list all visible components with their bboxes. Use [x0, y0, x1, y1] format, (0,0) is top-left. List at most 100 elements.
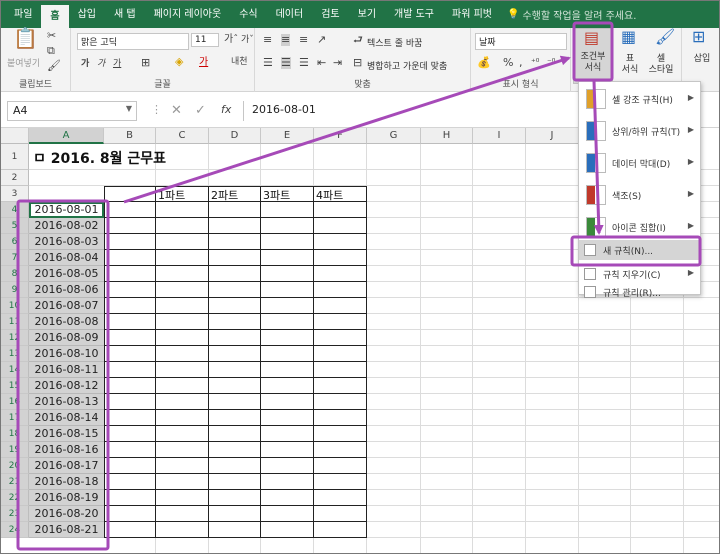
menu-item[interactable]: 새 규칙(N)... [579, 240, 700, 260]
menu-item[interactable]: 상위/하위 규칙(T) ▶ [579, 116, 700, 146]
row-header[interactable]: 18 [1, 426, 29, 442]
table-cell[interactable] [209, 298, 261, 314]
date-cell[interactable]: 2016-08-05 [29, 266, 104, 282]
align-middle-icon[interactable]: ≡ [281, 34, 291, 46]
row-header[interactable]: 3 [1, 186, 29, 202]
border-icon[interactable]: ⊞ [141, 57, 150, 69]
font-name-select[interactable]: 맑은 고딕 [77, 33, 189, 50]
date-cell[interactable]: 2016-08-06 [29, 282, 104, 298]
table-cell[interactable] [156, 474, 209, 490]
row-header[interactable]: 12 [1, 330, 29, 346]
table-cell[interactable] [104, 250, 156, 266]
date-cell[interactable]: 2016-08-02 [29, 218, 104, 234]
merge-center-button[interactable]: 병합하고 가운데 맞춤 [367, 59, 447, 72]
row-header[interactable]: 7 [1, 250, 29, 266]
cancel-icon[interactable]: ✕ [171, 103, 182, 118]
column-header[interactable]: J [526, 128, 579, 144]
date-cell[interactable]: 2016-08-08 [29, 314, 104, 330]
align-right-icon[interactable]: ☰ [299, 57, 309, 69]
row-header[interactable]: 16 [1, 394, 29, 410]
date-cell[interactable]: 2016-08-14 [29, 410, 104, 426]
table-cell[interactable] [104, 234, 156, 250]
row-header[interactable]: 2 [1, 170, 29, 186]
table-cell[interactable] [209, 394, 261, 410]
part-header[interactable]: 4파트 [316, 187, 343, 203]
menu-item[interactable]: 규칙 지우기(C) ▶ [579, 264, 700, 284]
table-cell[interactable] [104, 346, 156, 362]
table-cell[interactable] [104, 410, 156, 426]
decrease-decimal-icon[interactable]: ⁻⁰ [547, 57, 555, 69]
table-cell[interactable] [261, 474, 314, 490]
date-cell[interactable]: 2016-08-16 [29, 442, 104, 458]
select-all-corner[interactable] [1, 128, 29, 144]
table-cell[interactable] [261, 362, 314, 378]
wrap-text-icon[interactable]: ⮐ [353, 34, 363, 46]
menu-tab[interactable]: 수식 [230, 1, 266, 28]
table-cell[interactable] [104, 474, 156, 490]
row-header[interactable]: 15 [1, 378, 29, 394]
row-header[interactable]: 19 [1, 442, 29, 458]
table-cell[interactable] [314, 506, 367, 522]
table-cell[interactable] [314, 218, 367, 234]
table-cell[interactable] [314, 346, 367, 362]
sheet-title[interactable]: ㅁ 2016. 8월 근무표 [33, 148, 166, 168]
date-cell[interactable]: 2016-08-13 [29, 394, 104, 410]
row-header[interactable]: 14 [1, 362, 29, 378]
menu-tab[interactable]: 파일 [5, 1, 41, 28]
menu-tab[interactable]: 페이지 레이아웃 [145, 1, 231, 28]
table-cell[interactable] [314, 474, 367, 490]
table-cell[interactable] [314, 330, 367, 346]
cell-styles-button[interactable]: 셀 스타일 [641, 54, 681, 76]
menu-item[interactable]: 아이콘 집합(I) ▶ [579, 212, 700, 242]
menu-tab[interactable]: 파워 피벗 [443, 1, 501, 28]
menu-tab[interactable]: 삽입 [69, 1, 105, 28]
row-header[interactable]: 11 [1, 314, 29, 330]
shrink-font-icon[interactable]: 가ˇ [241, 34, 254, 46]
column-header[interactable]: F [314, 128, 367, 144]
table-cell[interactable] [209, 362, 261, 378]
font-color-icon[interactable]: 가 [199, 57, 208, 69]
table-cell[interactable] [314, 266, 367, 282]
paste-label[interactable]: 붙여넣기 [7, 56, 40, 69]
insert-cells-button[interactable]: 삽입 [684, 54, 719, 65]
column-header[interactable]: G [367, 128, 421, 144]
table-cell[interactable] [209, 522, 261, 538]
table-cell[interactable] [314, 410, 367, 426]
table-cell[interactable] [261, 442, 314, 458]
date-cell[interactable]: 2016-08-03 [29, 234, 104, 250]
row-header[interactable]: 6 [1, 234, 29, 250]
table-cell[interactable] [314, 378, 367, 394]
table-cell[interactable] [261, 378, 314, 394]
date-cell[interactable]: 2016-08-04 [29, 250, 104, 266]
table-cell[interactable] [156, 346, 209, 362]
table-cell[interactable] [104, 266, 156, 282]
menu-tab[interactable]: 홈 [41, 5, 69, 28]
table-cell[interactable] [314, 250, 367, 266]
paste-icon[interactable]: 📋 [13, 28, 38, 48]
table-cell[interactable] [209, 426, 261, 442]
merge-center-icon[interactable]: ⊟ [353, 57, 362, 69]
table-cell[interactable] [156, 394, 209, 410]
fill-color-icon[interactable]: ◈ [175, 56, 183, 68]
table-cell[interactable] [261, 426, 314, 442]
table-cell[interactable] [156, 362, 209, 378]
row-header[interactable]: 17 [1, 410, 29, 426]
table-cell[interactable] [209, 410, 261, 426]
table-cell[interactable] [261, 506, 314, 522]
tell-me-box[interactable]: 💡 수행할 작업을 알려 주세요. [507, 7, 636, 22]
menu-item[interactable]: 데이터 막대(D) ▶ [579, 148, 700, 178]
table-cell[interactable] [209, 474, 261, 490]
menu-tab[interactable]: 검토 [312, 1, 348, 28]
date-cell[interactable]: 2016-08-21 [29, 522, 104, 538]
part-header[interactable]: 3파트 [263, 187, 290, 203]
table-cell[interactable] [104, 426, 156, 442]
part-header[interactable]: 1파트 [158, 187, 185, 203]
table-cell[interactable] [104, 202, 156, 218]
menu-item[interactable]: 셀 강조 규칙(H) ▶ [579, 84, 700, 114]
column-header[interactable]: A [29, 128, 104, 144]
row-header[interactable]: 5 [1, 218, 29, 234]
table-cell[interactable] [261, 218, 314, 234]
number-format-select[interactable]: 날짜 [475, 33, 567, 50]
table-cell[interactable] [314, 490, 367, 506]
column-header[interactable]: D [209, 128, 261, 144]
